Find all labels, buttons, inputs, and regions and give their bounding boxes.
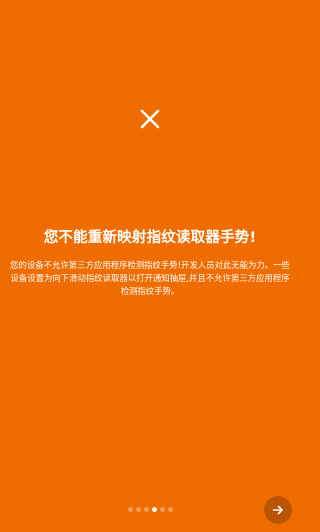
page-dot bbox=[160, 507, 165, 512]
page-indicator bbox=[128, 507, 173, 512]
description-text: 您的设备不允许第三方应用程序检测指纹手势!开发人员对此无能为力。一些设备设置为向… bbox=[10, 260, 290, 296]
page-dot-active bbox=[152, 507, 157, 512]
page-dot bbox=[144, 507, 149, 512]
arrow-right-icon bbox=[272, 504, 284, 516]
page-dot bbox=[136, 507, 141, 512]
page-title: 您不能重新映射指纹读取器手势! bbox=[43, 230, 257, 246]
close-icon bbox=[139, 108, 161, 130]
next-button[interactable] bbox=[264, 496, 292, 524]
page-dot bbox=[168, 507, 173, 512]
page-dot bbox=[128, 507, 133, 512]
